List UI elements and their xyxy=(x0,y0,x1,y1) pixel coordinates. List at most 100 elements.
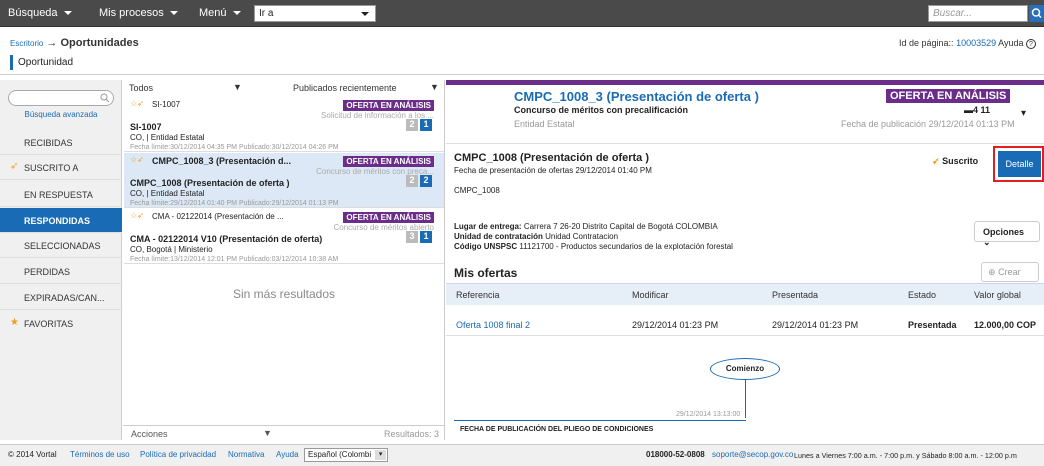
col-referencia[interactable]: Referencia xyxy=(456,290,500,300)
unspsc-label: Código UNSPSC xyxy=(454,242,518,251)
col-estado[interactable]: Estado xyxy=(908,290,936,300)
help-link[interactable]: Ayuda xyxy=(276,450,299,459)
card-title: SI-1007 xyxy=(130,122,162,132)
sidebar-item-suscrito[interactable]: ➶ SUSCRITO A xyxy=(0,155,122,180)
card-dates: Fecha límite:30/12/2014 04:35 PM Publica… xyxy=(130,144,339,151)
menu-mis-procesos[interactable]: Mis procesos xyxy=(99,7,178,19)
status-badge: OFERTA EN ANÁLISIS xyxy=(343,156,434,167)
lugar-row: Lugar de entrega: Carrera 7 26-20 Distri… xyxy=(454,222,718,231)
actions-dropdown[interactable]: Acciones xyxy=(131,429,168,439)
detail-title[interactable]: CMPC_1008_3 (Presentación de oferta ) xyxy=(514,89,759,104)
count-badge: 2 xyxy=(406,175,418,187)
timeline-label: FECHA DE PUBLICACIÓN DEL PLIEGO DE CONDI… xyxy=(460,426,654,433)
privacy-link[interactable]: Política de privacidad xyxy=(140,450,216,459)
advanced-search-link[interactable]: Búsqueda avanzada xyxy=(0,110,122,119)
process-code: CMPC_1008 xyxy=(454,186,500,195)
chevron-down-icon[interactable]: ▼ xyxy=(233,82,242,92)
search-input[interactable]: Buscar... xyxy=(928,5,1028,22)
cell-presentada: 29/12/2014 01:23 PM xyxy=(772,320,859,330)
results-count: Resultados: 3 xyxy=(383,429,439,439)
chevron-down-icon[interactable]: ▼ xyxy=(430,82,439,92)
sidebar-item-favoritas[interactable]: ★ FAVORITAS xyxy=(0,311,122,336)
count-badge: 1 xyxy=(420,119,432,131)
sidebar-item-expiradas[interactable]: EXPIRADAS/CAN... xyxy=(0,285,122,310)
page-id: Id de página:: 10003529 Ayuda ? xyxy=(899,38,1036,49)
list-item[interactable]: ☆➶ CMPC_1008_3 (Presentación d... OFERTA… xyxy=(124,153,444,208)
menu-busqueda[interactable]: Búsqueda xyxy=(8,7,72,19)
expand-caret-icon[interactable]: ▾ xyxy=(1021,108,1026,119)
card-entity: CO, | Entidad Estatal xyxy=(130,189,205,198)
count-badge: 3 xyxy=(406,231,418,243)
unidad-value: Unidad Contratacion xyxy=(545,232,619,241)
terms-link[interactable]: Términos de uso xyxy=(70,450,130,459)
pin-icon: ➶ xyxy=(10,161,19,172)
support-email[interactable]: soporte@secop.gov.co xyxy=(712,450,793,459)
col-presentada[interactable]: Presentada xyxy=(772,290,818,300)
sidebar-item-label: SUSCRITO A xyxy=(24,163,79,173)
col-valor[interactable]: Valor global xyxy=(974,290,1021,300)
cell-modificar: 29/12/2014 01:23 PM xyxy=(632,320,719,330)
star-icon[interactable]: ☆➶ xyxy=(130,99,144,108)
opciones-label: Opciones xyxy=(983,227,1025,237)
count-badge: 2 xyxy=(406,119,418,131)
card-title: CMPC_1008 (Presentación de oferta ) xyxy=(130,178,290,188)
language-select[interactable]: Español (Colombi ▾ xyxy=(304,448,389,462)
chevron-down-icon xyxy=(361,12,369,16)
no-more-results: Sin más resultados xyxy=(232,287,336,301)
timeline-start-node[interactable]: Comienzo xyxy=(710,358,780,380)
menu-menu[interactable]: Menú xyxy=(199,7,241,19)
crear-button[interactable]: ⊕ Crear xyxy=(981,262,1039,282)
table-header xyxy=(446,283,1044,305)
normativa-link[interactable]: Normativa xyxy=(228,450,264,459)
sidebar-item-label: FAVORITAS xyxy=(24,319,74,329)
status-badge: OFERTA EN ANÁLISIS xyxy=(886,89,1011,103)
suscrito-toggle[interactable]: ➶ Suscrito xyxy=(932,156,978,167)
pin-icon: ➶ xyxy=(932,156,940,166)
status-badge: OFERTA EN ANÁLISIS xyxy=(343,212,434,223)
card-entity: CO, | Entidad Estatal xyxy=(130,133,205,142)
help-link[interactable]: Ayuda xyxy=(998,38,1023,48)
list-footer: Acciones ▼ Resultados: 3 xyxy=(123,425,445,440)
list-filters: Todos ▼ Publicados recientemente ▼ xyxy=(123,80,445,96)
star-icon[interactable]: ☆➶ xyxy=(130,155,144,164)
count-badge: 2 xyxy=(420,175,432,187)
star-icon[interactable]: ☆➶ xyxy=(130,211,144,220)
sidebar-item-seleccionadas[interactable]: SELECCIONADAS xyxy=(0,233,122,258)
sidebar-item-perdidas[interactable]: PERDIDAS xyxy=(0,259,122,284)
page-id-value[interactable]: 10003529 xyxy=(956,38,996,48)
list-item[interactable]: ☆➶ SI-1007 OFERTA EN ANÁLISIS Solicitud … xyxy=(124,97,444,152)
chevron-down-icon: ⌄ xyxy=(983,237,991,247)
oferta-link[interactable]: Oferta 1008 final 2 xyxy=(456,320,530,330)
process-title: CMPC_1008 (Presentación de oferta ) xyxy=(454,152,650,164)
unspsc-value: 11121700 - Productos secundarios de la e… xyxy=(519,242,733,251)
menu-label: Menú xyxy=(199,7,227,19)
process-date: Fecha de presentación de ofertas 29/12/2… xyxy=(454,166,652,175)
search-icon xyxy=(1031,8,1042,19)
detalle-button[interactable]: Detalle xyxy=(998,151,1041,177)
support-phone: 018000-52-0808 xyxy=(646,450,705,459)
sidebar-item-en-respuesta[interactable]: EN RESPUESTA xyxy=(0,182,122,207)
breadcrumb-arrow: → xyxy=(46,37,58,49)
sidebar-item-label: PERDIDAS xyxy=(24,267,71,277)
breadcrumb-root[interactable]: Escritorio xyxy=(10,39,43,48)
results-list: Todos ▼ Publicados recientemente ▼ ☆➶ SI… xyxy=(123,80,445,440)
ir-a-select[interactable]: Ir a xyxy=(254,5,376,22)
sidebar-item-label: RESPONDIDAS xyxy=(24,216,91,226)
col-modificar[interactable]: Modificar xyxy=(632,290,669,300)
card-dates: Fecha límite:29/12/2014 01:40 PM Publica… xyxy=(130,200,339,207)
filter-todos[interactable]: Todos xyxy=(129,83,153,93)
chevron-down-icon[interactable]: ▼ xyxy=(263,428,272,438)
status-badge: OFERTA EN ANÁLISIS xyxy=(343,100,434,111)
sidebar-search-input[interactable] xyxy=(8,90,114,106)
list-item[interactable]: ☆➶ CMA - 02122014 (Presentación de ... O… xyxy=(124,209,444,264)
page-id-label: Id de página:: xyxy=(899,38,954,48)
search-button[interactable] xyxy=(1029,5,1044,22)
unidad-label: Unidad de contratación xyxy=(454,232,543,241)
help-icon[interactable]: ? xyxy=(1026,39,1036,49)
sidebar-item-respondidas[interactable]: RESPONDIDAS xyxy=(0,208,122,233)
opciones-button[interactable]: Opciones ⌄ xyxy=(974,221,1040,247)
language-value: Español (Colombi xyxy=(308,450,372,459)
sidebar-item-recibidas[interactable]: RECIBIDAS xyxy=(0,130,122,155)
filter-recientes[interactable]: Publicados recientemente xyxy=(293,83,397,93)
footer: © 2014 Vortal Términos de uso Política d… xyxy=(0,444,1044,466)
